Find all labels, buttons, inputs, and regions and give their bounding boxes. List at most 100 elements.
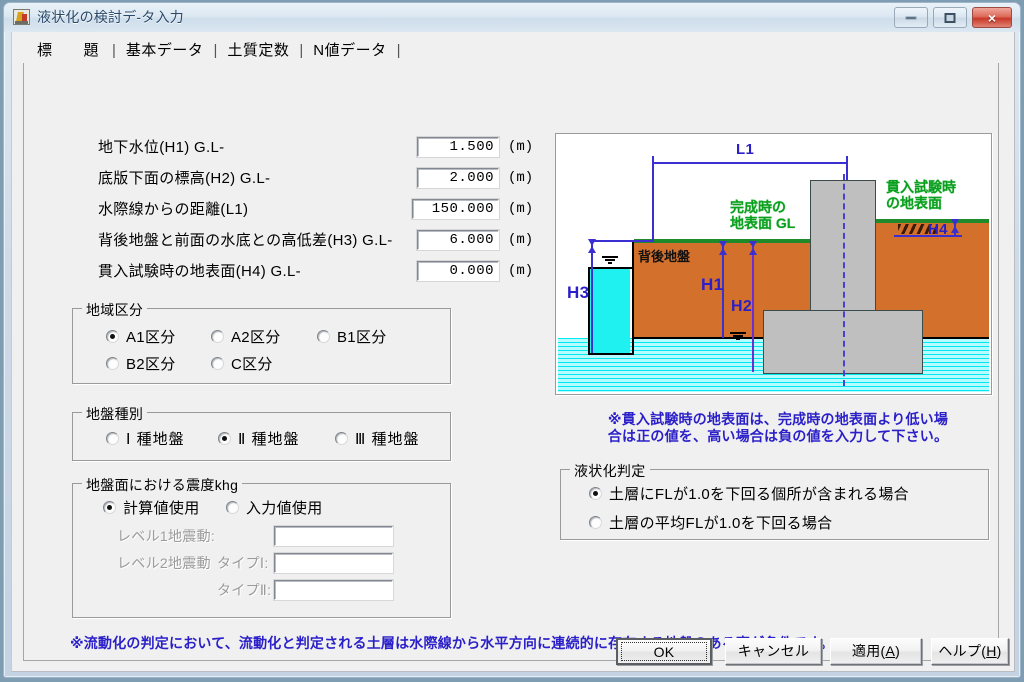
radio-indicator [589,516,602,529]
l1-ext-left [652,156,654,242]
input-h1[interactable]: 1.500 [417,137,499,157]
radio-liquefaction-average[interactable]: 土層の平均FLが1.0を下回る場合 [589,513,832,532]
tab-title[interactable]: 標 題 [23,39,111,63]
label-h4: 貫入試験時の地表面(H4) G.L- [98,263,301,280]
radio-region-a1[interactable]: A1区分 [106,327,176,346]
label-type1: タイプⅠ: [217,555,269,571]
radio-indicator [103,501,116,514]
radio-indicator [589,487,602,500]
unit-h1: (m) [508,139,534,155]
label-l1: 水際線からの距離(L1) [98,201,249,218]
radio-label: B1区分 [337,329,387,346]
radio-region-c[interactable]: C区分 [211,354,273,373]
khg-group-legend: 地盤面における震度khg [82,475,243,495]
label-level2-motion: レベル2地震動 [117,555,211,571]
input-type1[interactable] [274,553,393,573]
radio-indicator [335,432,348,445]
basin-floor [588,353,634,355]
radio-ground-type-3[interactable]: Ⅲ 種地盤 [335,429,420,448]
tab-n-value-data[interactable]: N値データ [304,39,395,63]
diagram-label-h4: H4 [928,221,948,238]
h2-dim-line [749,241,757,372]
diagram-label-h3: H3 [567,283,590,302]
radio-region-b1[interactable]: B1区分 [317,327,387,346]
tab-bar: 標 題 | 基本データ | 土質定数 | N値データ | [23,37,402,63]
input-h4[interactable]: 0.000 [417,261,499,281]
help-button[interactable]: ヘルプ(H) [931,638,1009,665]
apply-button[interactable]: 適用(A) [830,638,922,665]
help-button-label-pre: ヘルプ( [938,643,987,659]
cancel-button-label: キャンセル [737,643,810,659]
minimize-button[interactable] [894,7,928,28]
h4-dim-line [951,219,959,236]
radio-label: 土層にFLが1.0を下回る個所が含まれる場合 [609,486,909,503]
input-h3[interactable]: 6.000 [417,230,499,250]
input-type2[interactable] [274,580,393,600]
radio-label: Ⅱ 種地盤 [238,431,300,448]
title-bar: 液状化の検討デ-タ入力 × [4,3,1020,32]
radio-indicator [106,432,119,445]
radio-indicator [218,432,231,445]
radio-label: B2区分 [126,356,176,373]
label-level1-motion: レベル1地震動: [117,528,216,544]
radio-label: 土層の平均FLが1.0を下回る場合 [609,515,833,532]
apply-button-accesskey: A [885,643,896,659]
radio-indicator [317,330,330,343]
radio-label: 計算値使用 [123,500,200,517]
figure-note: ※貫入試験時の地表面は、完成時の地表面より低い場 合は正の値を、高い場合は負の値… [568,411,988,445]
unit-l1: (m) [508,201,534,217]
radio-khg-calculated[interactable]: 計算値使用 [103,498,200,517]
water-level-symbol-h1-icon [730,332,746,342]
h3-dim-line [588,239,596,353]
region-group: 地域区分 A1区分 A2区分 B1区分 B2区分 C区分 [72,300,451,384]
radio-indicator [226,501,239,514]
input-l1[interactable]: 150.000 [412,199,499,219]
label-h3: 背後地盤と前面の水底との高低差(H3) G.L- [98,232,393,249]
cross-section-diagram: L1 H1 H2 H3 H4 背後地盤 完成時の 地表面 GL 貫入試験時 の地… [558,136,989,392]
water-basin [590,268,630,353]
diagram-label-h2: H2 [731,298,753,315]
focus-ring [621,642,707,661]
structure-centerline-icon [843,174,845,386]
input-level1-motion[interactable] [274,526,393,546]
basin-wall-left [588,267,590,355]
l1-dim-line [652,162,847,164]
tab-basic-data[interactable]: 基本データ [117,39,213,63]
input-h2[interactable]: 2.000 [417,168,499,188]
ok-button[interactable]: OK [616,638,712,665]
field-row-h1: 地下水位(H1) G.L- 1.500 (m) [98,137,533,158]
minimize-icon [905,16,917,19]
unit-h4: (m) [508,263,534,279]
maximize-icon [944,12,956,23]
help-button-label-post: ) [996,643,1002,659]
close-button[interactable]: × [972,7,1012,28]
label-h2: 底版下面の標高(H2) G.L- [98,170,271,187]
tab-panel-basic-data: 地下水位(H1) G.L- 1.500 (m) 底版下面の標高(H2) G.L-… [23,63,999,661]
tab-separator-4: | [396,42,401,59]
radio-indicator [211,330,224,343]
radio-label: Ⅲ 種地盤 [355,431,420,448]
maximize-button[interactable] [933,7,967,28]
radio-region-b2[interactable]: B2区分 [106,354,176,373]
radio-khg-input[interactable]: 入力値使用 [226,498,323,517]
apply-button-label-post: ) [895,643,901,659]
unit-h2: (m) [508,170,534,186]
diagram-label-backfill: 背後地盤 [638,249,691,264]
radio-ground-type-1[interactable]: Ⅰ 種地盤 [106,429,185,448]
radio-label: 入力値使用 [246,500,323,517]
radio-ground-type-2[interactable]: Ⅱ 種地盤 [218,429,300,448]
tab-soil-constants[interactable]: 土質定数 [218,39,298,63]
radio-liquefaction-any-layer[interactable]: 土層にFLが1.0を下回る個所が含まれる場合 [589,484,909,503]
radio-label: C区分 [231,356,273,373]
figure-note-line-1: ※貫入試験時の地表面は、完成時の地表面より低い場 [607,411,949,427]
app-icon [13,9,30,25]
bottom-note: ※流動化の判定において、流動化と判定される土層は水際線から水平方向に連続的に存在… [70,635,834,651]
radio-region-a2[interactable]: A2区分 [211,327,281,346]
cancel-button[interactable]: キャンセル [725,638,822,665]
liquefaction-group-legend: 液状化判定 [570,461,650,481]
region-group-legend: 地域区分 [82,300,148,320]
khg-group: 地盤面における震度khg 計算値使用 入力値使用 レベル1地震動: レベル2地震… [72,475,451,618]
field-row-h3: 背後地盤と前面の水底との高低差(H3) G.L- 6.000 (m) [98,230,533,251]
window-title: 液状化の検討デ-タ入力 [37,9,184,25]
field-row-h4: 貫入試験時の地表面(H4) G.L- 0.000 (m) [98,261,533,282]
